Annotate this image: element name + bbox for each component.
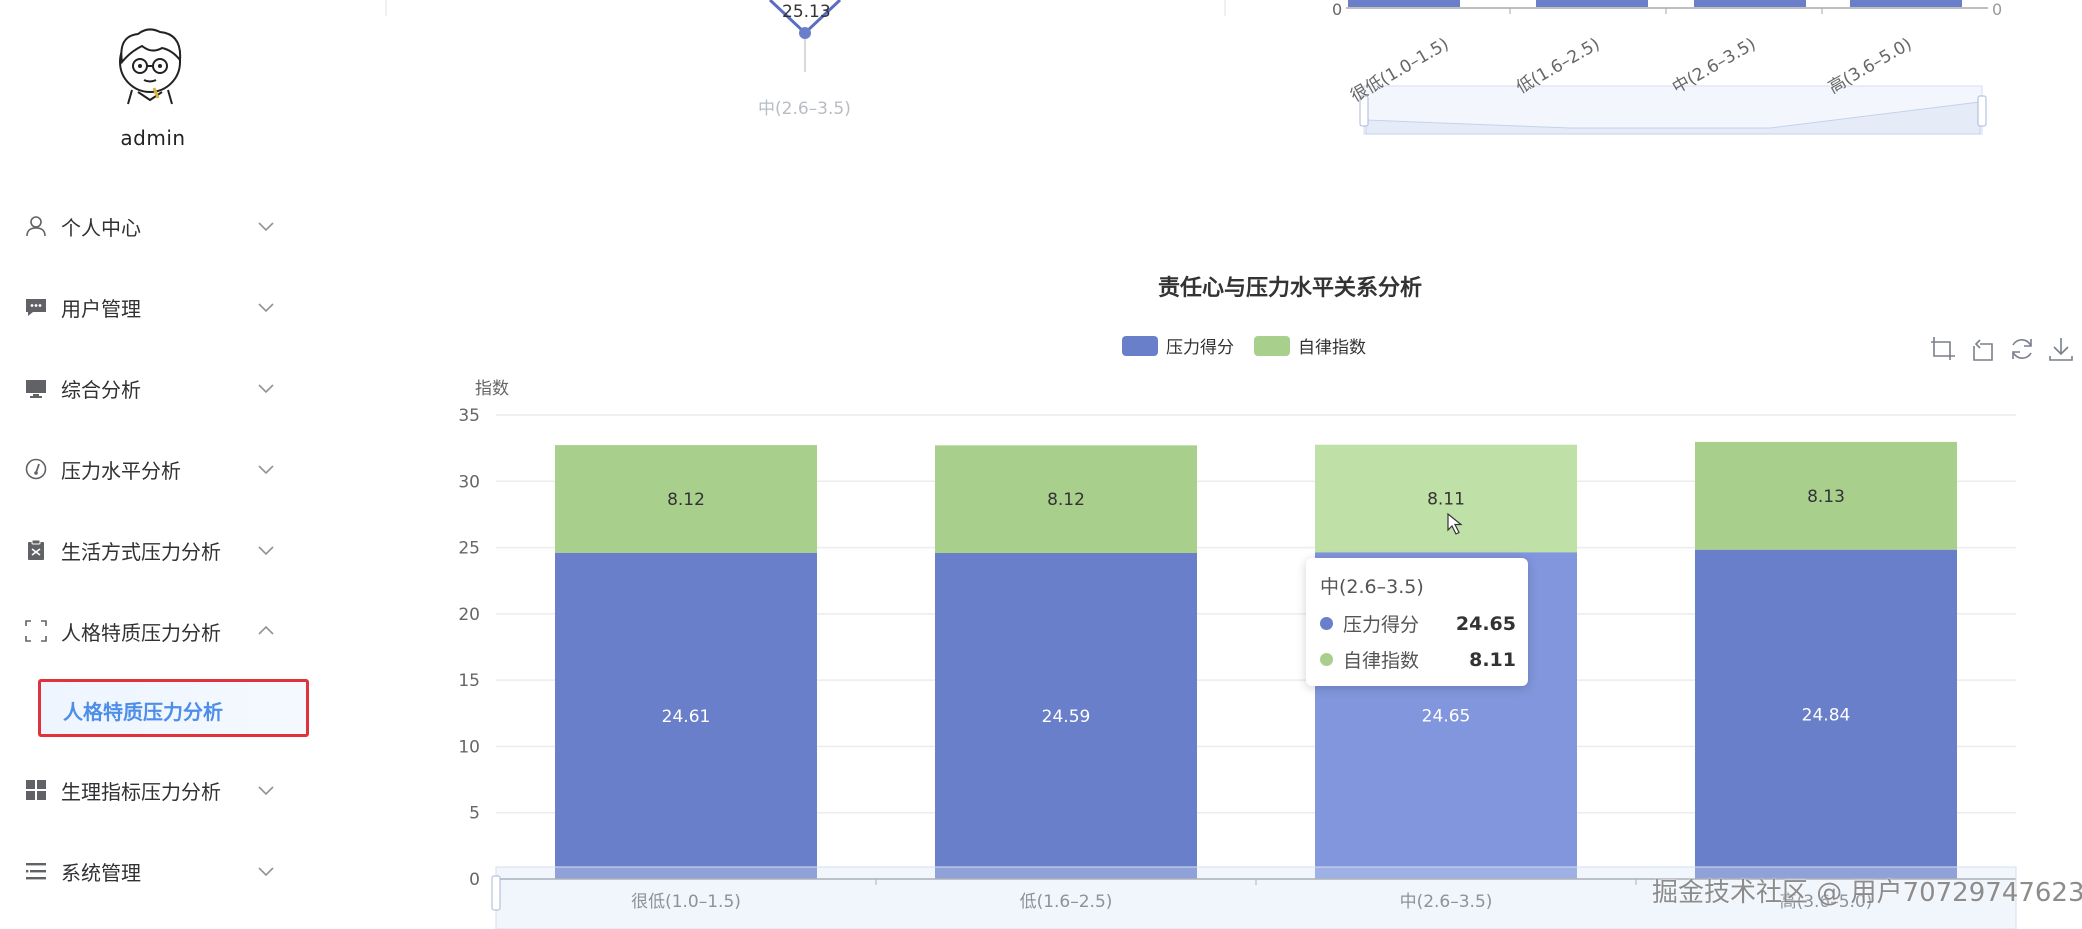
tooltip-series-name: 压力得分 — [1343, 614, 1420, 636]
tooltip-series-name: 自律指数 — [1343, 650, 1420, 672]
bar-value-label: 8.12 — [1047, 490, 1085, 510]
tooltip-title: 中(2.6–3.5) — [1320, 576, 1424, 598]
y-tick-label: 5 — [469, 804, 480, 824]
watermark: 掘金技术社区 @ 用户707297476235 — [1652, 878, 2082, 908]
tooltip-row: 自律指数 8.11 — [1320, 646, 1516, 673]
bar-value-label: 8.11 — [1427, 489, 1465, 509]
y-tick-label: 10 — [458, 737, 480, 757]
tooltip-row: 压力得分 24.65 — [1320, 610, 1516, 637]
bar-value-label: 24.61 — [662, 707, 711, 727]
chart-tooltip: 中(2.6–3.5) 压力得分 24.65 自律指数 8.11 — [1306, 558, 1528, 686]
y-tick-label: 25 — [458, 539, 480, 559]
bar-value-label: 8.13 — [1807, 487, 1845, 507]
bar-value-label: 8.12 — [667, 490, 705, 510]
y-tick-label: 35 — [458, 406, 480, 426]
datazoom-handle — [491, 875, 501, 911]
tooltip-series-value: 8.11 — [1469, 648, 1516, 671]
y-tick-label: 30 — [458, 472, 480, 492]
y-tick-label: 20 — [458, 605, 480, 625]
y-tick-label: 15 — [458, 671, 480, 691]
bar-value-label: 24.84 — [1802, 705, 1851, 725]
tooltip-dot — [1320, 617, 1333, 630]
bar-value-label: 24.65 — [1422, 707, 1471, 727]
tooltip-dot — [1320, 653, 1333, 666]
y-tick-label: 0 — [469, 870, 480, 890]
bar-value-label: 24.59 — [1042, 707, 1091, 727]
stacked-bar-chart: 0510152025303524.618.12很低(1.0–1.5)24.598… — [458, 406, 2017, 929]
tooltip-series-value: 24.65 — [1455, 612, 1516, 635]
